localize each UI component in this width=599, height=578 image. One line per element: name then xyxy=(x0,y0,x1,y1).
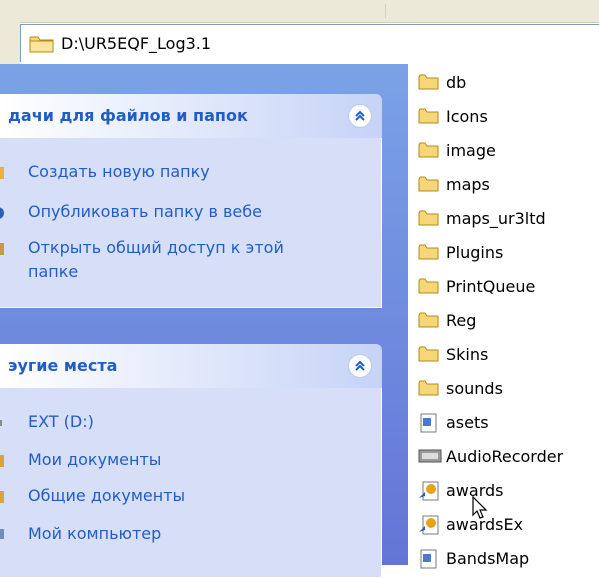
task-share-folder-label-line2: папке xyxy=(28,262,79,281)
file-name: db xyxy=(446,73,467,92)
folder-icon xyxy=(418,243,440,265)
folder-icon xyxy=(418,209,440,231)
drive-icon xyxy=(0,414,4,438)
folder-icon xyxy=(418,73,440,95)
file-name: maps_ur3ltd xyxy=(446,209,546,228)
other-places-panel-body: EXT (D:) Мои документы Общие документы М… xyxy=(0,388,382,578)
folder-icon xyxy=(418,175,440,197)
toolbar-strip xyxy=(0,0,599,23)
folder-icon xyxy=(418,311,440,333)
document-icon xyxy=(418,549,440,573)
other-places-panel-header[interactable]: эугие места xyxy=(0,344,382,388)
new-folder-icon xyxy=(0,164,4,188)
folder-icon xyxy=(418,107,440,129)
file-name: PrintQueue xyxy=(446,277,536,296)
address-frame xyxy=(0,22,20,64)
application-icon xyxy=(418,447,442,469)
file-name: asets xyxy=(446,413,489,432)
task-publish-web-label: Опубликовать папку в вебе xyxy=(28,202,262,221)
chevron-up-icon xyxy=(355,360,365,371)
collapse-places-button[interactable] xyxy=(348,354,372,378)
place-my-documents-label: Мои документы xyxy=(28,450,162,469)
shortcut-icon xyxy=(418,515,442,539)
file-name: BandsMap xyxy=(446,549,530,568)
shared-documents-icon xyxy=(0,488,4,512)
folder-icon xyxy=(418,379,440,401)
file-tasks-title: дачи для файлов и папок xyxy=(8,106,248,125)
place-my-computer-label: Мой компьютер xyxy=(28,524,162,543)
collapse-tasks-button[interactable] xyxy=(348,104,372,128)
folder-icon xyxy=(418,345,440,367)
file-name: Icons xyxy=(446,107,488,126)
shortcut-icon xyxy=(418,481,442,505)
my-documents-icon xyxy=(0,452,4,476)
document-icon xyxy=(418,413,440,437)
file-name: maps xyxy=(446,175,490,194)
file-tasks-panel-body: Создать новую папку Опубликовать папку в… xyxy=(0,138,382,308)
address-bar[interactable]: D:\UR5EQF_Log3.1 xyxy=(20,24,599,62)
address-path[interactable]: D:\UR5EQF_Log3.1 xyxy=(61,34,211,53)
folder-icon xyxy=(29,34,55,58)
file-tasks-panel-header[interactable]: дачи для файлов и папок xyxy=(0,94,382,138)
my-computer-icon xyxy=(0,526,4,550)
file-name: sounds xyxy=(446,379,503,398)
task-pane: дачи для файлов и папок Создать новую па… xyxy=(0,64,408,578)
file-name: AudioRecorder xyxy=(446,447,564,466)
mouse-cursor-icon xyxy=(472,495,488,524)
task-share-folder-label-line1: Открыть общий доступ к этой xyxy=(28,238,284,257)
share-folder-icon xyxy=(0,240,4,264)
folder-icon xyxy=(418,141,440,163)
publish-web-icon xyxy=(0,204,4,228)
file-list: db Icons image maps maps_ur3ltd Plugins … xyxy=(408,64,599,569)
file-name: image xyxy=(446,141,496,160)
file-name: Plugins xyxy=(446,243,504,262)
place-shared-documents-label: Общие документы xyxy=(28,486,186,505)
file-name: Reg xyxy=(446,311,477,330)
file-name: Skins xyxy=(446,345,489,364)
folder-icon xyxy=(418,277,440,299)
toolbar-separator xyxy=(385,4,386,18)
chevron-up-icon xyxy=(355,110,365,121)
task-new-folder-label: Создать новую папку xyxy=(28,162,210,181)
place-drive-d-label: EXT (D:) xyxy=(28,412,94,431)
other-places-title: эугие места xyxy=(8,356,118,375)
